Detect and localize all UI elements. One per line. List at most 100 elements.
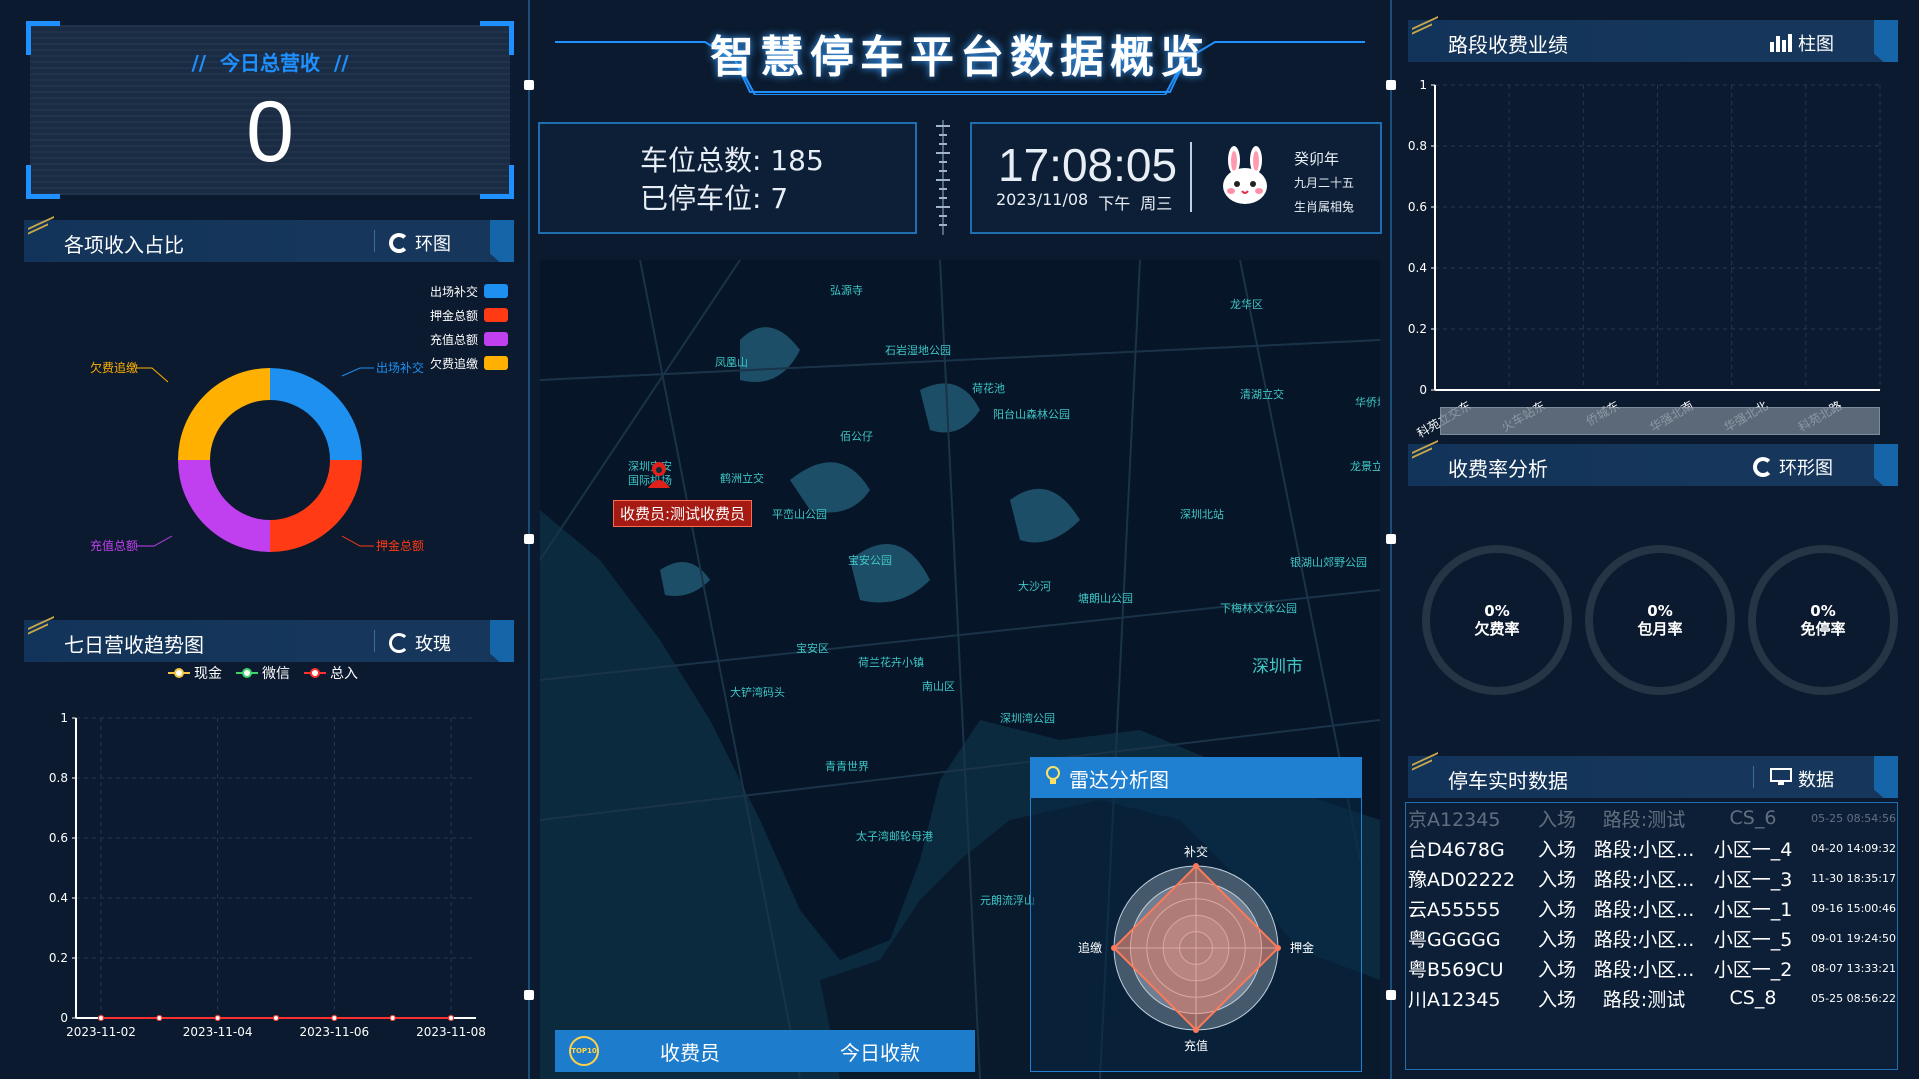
map-place-label: 荷兰花卉小镇 xyxy=(858,656,924,669)
arrears-rate-gauge: 0% 欠费率 xyxy=(1422,545,1572,695)
trend-legend-item[interactable]: 现金 xyxy=(168,663,222,683)
ruler-decoration xyxy=(936,120,950,235)
realtime-data-switch[interactable]: 数据 xyxy=(1770,766,1834,792)
trend-point[interactable] xyxy=(98,1015,104,1021)
segment-panel-header: 路段收费业绩 柱图 xyxy=(1408,15,1898,62)
segment: 路段:小区... xyxy=(1593,838,1695,861)
radar-chart: 补交押金充值 追缴 xyxy=(1078,844,1314,1053)
trend-line-chart: 1 0.8 0.6 0.4 0.2 02023-11-02 2023-11-04 2023-1… xyxy=(49,711,486,1039)
map-place-label: 荷花池 xyxy=(972,382,1005,395)
radar-point[interactable] xyxy=(1111,945,1117,951)
timestamp: 05-25 08:54:56 xyxy=(1811,811,1896,825)
timestamp: 11-30 18:35:17 xyxy=(1811,871,1896,885)
revenue-value: 0 xyxy=(246,84,294,180)
trend-legend: 现金 微信 总入 xyxy=(168,663,358,683)
radar-axis-label: 追缴 xyxy=(1078,940,1102,955)
donut-slice[interactable] xyxy=(270,368,362,460)
direction: 入场 xyxy=(1537,808,1576,831)
map-place-label: 南山区 xyxy=(922,680,955,693)
trend-point[interactable] xyxy=(273,1015,279,1021)
trend-chart-switch[interactable]: 玫瑰 xyxy=(389,630,451,656)
y-tick-label: 1 xyxy=(1419,78,1427,92)
radar-point[interactable] xyxy=(1193,863,1199,869)
divider-handle xyxy=(1386,80,1396,90)
top10-badge-icon: TOP10 xyxy=(569,1036,599,1066)
bulb-icon xyxy=(1045,765,1061,791)
income-chart-switch[interactable]: 环图 xyxy=(389,230,451,256)
map-place-label: 龙华区 xyxy=(1230,298,1263,311)
income-panel-title: 各项收入占比 xyxy=(64,233,184,257)
map-place-label: 下梅林文体公园 xyxy=(1220,602,1297,615)
map-place-label: 龙景立 xyxy=(1350,460,1380,473)
trend-legend-item[interactable]: 总入 xyxy=(304,663,358,683)
donut-slice-label: 欠费追缴 xyxy=(90,360,138,375)
timestamp: 09-01 19:24:50 xyxy=(1811,931,1896,945)
monthly-rate-gauge: 0% 包月率 xyxy=(1585,545,1735,695)
trend-point[interactable] xyxy=(448,1015,454,1021)
y-tick-label: 0.4 xyxy=(49,891,68,905)
table-row[interactable]: 豫AD02222 入场 路段:小区... 小区一_3 11-30 18:35:17 xyxy=(1406,863,1897,893)
lunar-date: 九月二十五 xyxy=(1294,176,1355,190)
segment: 路段:测试 xyxy=(1602,808,1686,831)
collector-marker-icon[interactable] xyxy=(646,460,672,494)
radar-panel: 雷达分析图 补交 押金 充值 追缴 xyxy=(1030,757,1362,1072)
x-tick-label: 2023-11-04 xyxy=(183,1025,253,1039)
segment: 路段:小区... xyxy=(1593,868,1695,891)
segment-chart-switch[interactable]: 柱图 xyxy=(1770,30,1834,56)
table-row[interactable]: 云A55555 入场 路段:小区... 小区一_1 09-16 15:00:46 xyxy=(1406,893,1897,923)
trend-point[interactable] xyxy=(156,1015,163,1021)
radar-point[interactable] xyxy=(1193,1027,1199,1033)
map-place-label: 凤凰山 xyxy=(715,356,748,369)
trend-legend-item[interactable]: 微信 xyxy=(236,663,290,683)
plate-number: 台D4678G xyxy=(1408,838,1505,861)
income-legend-item[interactable]: 押金总额 xyxy=(380,303,508,327)
donut-slice[interactable] xyxy=(270,460,362,552)
collector-label[interactable]: 收费员:测试收费员 xyxy=(613,500,753,527)
x-tick-label: 2023-11-06 xyxy=(299,1025,369,1039)
map-place-label: 深圳市 xyxy=(1252,657,1303,677)
table-row[interactable]: 粤B569CU 入场 路段:小区... 小区一_2 08-07 13:33:21 xyxy=(1406,953,1897,983)
table-row[interactable]: 台D4678G 入场 路段:小区... 小区一_4 04-20 14:09:32 xyxy=(1406,833,1897,863)
map-place-label: 清湖立交 xyxy=(1240,388,1284,401)
revenue-title: // 今日总营收 // xyxy=(191,51,349,75)
zone: CS_6 xyxy=(1729,807,1777,829)
segment: 路段:小区... xyxy=(1593,898,1695,921)
map-place-label: 佰公仔 xyxy=(840,430,873,443)
segment-bar-chart: 10.80.60.40.20科苑立交东火车站东侨城东华强北南华强北北科苑北路 xyxy=(1408,78,1881,440)
rate-chart-switch[interactable]: 环形图 xyxy=(1753,454,1833,480)
trend-panel-header: 七日营收趋势图 玫瑰 xyxy=(24,615,514,662)
realtime-table[interactable]: 京A12345 入场 路段:测试 CS_6 05-25 08:54:56 台D4678G 入… xyxy=(1405,802,1898,1070)
donut-slice[interactable] xyxy=(178,368,270,460)
radar-point[interactable] xyxy=(1275,945,1281,951)
free-rate-gauge: 0% 免停率 xyxy=(1748,545,1898,695)
timestamp: 08-07 13:33:21 xyxy=(1811,961,1896,975)
donut-slice[interactable] xyxy=(178,460,270,552)
data-zoom-slider[interactable] xyxy=(1440,407,1880,435)
trend-point[interactable] xyxy=(214,1015,221,1021)
total-spaces: 车位总数: 185 xyxy=(640,144,824,177)
table-row[interactable]: 川A12345 入场 路段:测试 CS_8 05-25 08:56:22 xyxy=(1406,983,1897,1013)
table-row[interactable]: 京A12345 入场 路段:测试 CS_6 05-25 08:54:56 xyxy=(1406,803,1897,833)
income-legend-item[interactable]: 出场补交 xyxy=(380,279,508,303)
zone: 小区一_3 xyxy=(1713,868,1793,891)
income-donut-chart: 欠费追缴 出场补交充值总额 押金总额 xyxy=(90,360,424,553)
y-tick-label: 0.4 xyxy=(1408,261,1427,275)
divider-handle xyxy=(524,990,534,1000)
trend-point[interactable] xyxy=(389,1015,396,1021)
direction: 入场 xyxy=(1537,988,1576,1011)
trend-point[interactable] xyxy=(331,1015,338,1021)
zone: 小区一_5 xyxy=(1713,928,1793,951)
x-tick-label: 2023-11-02 xyxy=(66,1025,136,1039)
trend-panel-title: 七日营收趋势图 xyxy=(64,633,204,657)
y-tick-label: 0 xyxy=(60,1011,68,1025)
radar-panel-header: 雷达分析图 xyxy=(1031,758,1361,798)
legend-swatch xyxy=(484,284,508,298)
rabbit-zodiac-icon xyxy=(1217,146,1273,210)
map-place-label: 深圳湾公园 xyxy=(1000,712,1055,725)
table-row[interactable]: 粤GGGGG 入场 路段:小区... 小区一_5 09-01 19:24:50 xyxy=(1406,923,1897,953)
realtime-panel-title: 停车实时数据 xyxy=(1448,769,1568,793)
x-tick-label: 2023-11-08 xyxy=(416,1025,486,1039)
monitor-icon xyxy=(1770,767,1792,791)
y-tick-label: 0.8 xyxy=(1408,139,1427,153)
map-place-label: 石岩湿地公园 xyxy=(885,344,951,357)
